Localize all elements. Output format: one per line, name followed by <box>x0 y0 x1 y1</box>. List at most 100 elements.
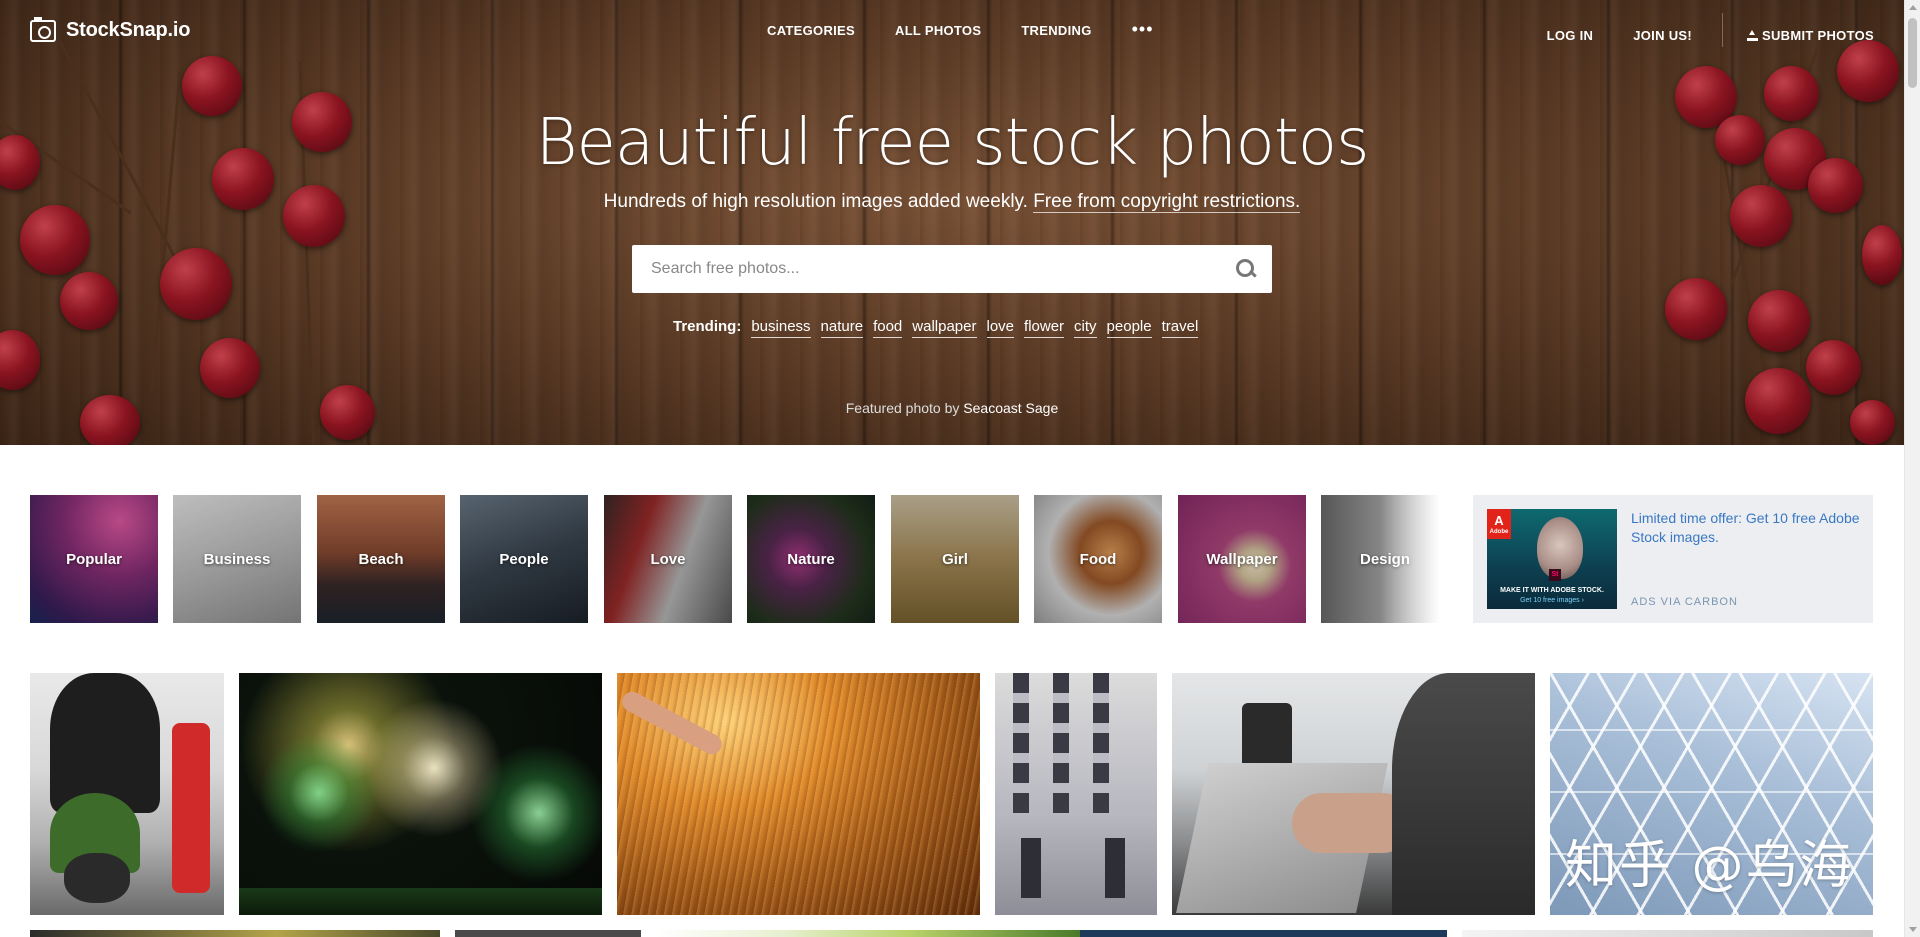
berry-decoration <box>20 205 90 275</box>
ad-image[interactable]: Adobe St MAKE IT WITH ADOBE STOCK. Get 1… <box>1487 509 1617 609</box>
photo-wheat-field[interactable] <box>617 673 980 915</box>
firework-burst <box>259 733 379 853</box>
logo-text: StockSnap.io <box>66 19 191 41</box>
category-beach[interactable]: Beach <box>317 495 445 623</box>
photo-building[interactable] <box>995 673 1157 915</box>
trending-tag-wallpaper[interactable]: wallpaper <box>912 318 977 338</box>
trending-tag-travel[interactable]: travel <box>1161 318 1199 338</box>
account-nav: LOG IN JOIN US! SUBMIT PHOTOS <box>1507 13 1874 47</box>
category-popular[interactable]: Popular <box>30 495 158 623</box>
featured-credit: Featured photo by Seacoast Sage <box>0 400 1904 416</box>
berry-decoration <box>1748 290 1810 352</box>
main-nav: CATEGORIES ALL PHOTOS TRENDING ••• <box>767 20 1154 38</box>
trending-tag-business[interactable]: business <box>751 318 811 338</box>
berry-decoration <box>1665 278 1727 340</box>
hero-banner: StockSnap.io CATEGORIES ALL PHOTOS TREND… <box>0 0 1904 445</box>
category-people[interactable]: People <box>460 495 588 623</box>
photo-row2-2[interactable] <box>455 930 641 937</box>
carbon-ad: Adobe St MAKE IT WITH ADOBE STOCK. Get 1… <box>1473 495 1873 623</box>
category-wallpaper[interactable]: Wallpaper <box>1178 495 1306 623</box>
login-link[interactable]: LOG IN <box>1547 28 1594 43</box>
berry-decoration <box>1862 225 1902 285</box>
pot-shape <box>64 853 130 903</box>
ads-via-carbon-link[interactable]: ADS VIA CARBON <box>1631 596 1738 608</box>
photo-woman-plant[interactable] <box>30 673 224 915</box>
more-menu-icon[interactable]: ••• <box>1132 20 1154 38</box>
category-label: Business <box>203 550 271 568</box>
photo-fireworks[interactable] <box>239 673 602 915</box>
trending-tag-nature[interactable]: nature <box>820 318 864 338</box>
category-label: Popular <box>66 550 122 568</box>
firework-burst <box>469 743 602 883</box>
berry-decoration <box>1806 340 1861 395</box>
water-shape <box>239 888 602 915</box>
scroll-thumb[interactable] <box>1908 18 1917 88</box>
trending-tag-people[interactable]: people <box>1106 318 1152 338</box>
featured-prefix: Featured photo by <box>845 400 964 416</box>
wheat-texture <box>617 673 980 915</box>
top-navbar: StockSnap.io CATEGORIES ALL PHOTOS TREND… <box>0 0 1904 62</box>
search-icon[interactable] <box>1236 259 1256 279</box>
trending-tag-flower[interactable]: flower <box>1024 318 1065 338</box>
ad-image-cta: Get 10 free images › <box>1520 597 1584 604</box>
nav-trending[interactable]: TRENDING <box>1021 23 1091 38</box>
featured-author-link[interactable]: Seacoast Sage <box>963 400 1058 416</box>
ad-text-link[interactable]: Limited time offer: Get 10 free Adobe St… <box>1631 509 1861 547</box>
nav-categories[interactable]: CATEGORIES <box>767 23 855 38</box>
nav-all-photos[interactable]: ALL PHOTOS <box>895 23 981 38</box>
search-box <box>632 245 1272 293</box>
berry-decoration <box>200 338 260 398</box>
hero-title: Beautiful free stock photos <box>535 106 1370 180</box>
category-label: Love <box>650 550 686 568</box>
trending-label: Trending: <box>673 318 742 335</box>
category-label: Beach <box>358 550 404 568</box>
category-girl[interactable]: Girl <box>891 495 1019 623</box>
site-logo[interactable]: StockSnap.io <box>30 16 191 42</box>
photo-row2-3[interactable] <box>656 930 1080 937</box>
building-base <box>995 813 1157 915</box>
window-shape <box>1105 838 1125 898</box>
berry-decoration <box>0 330 40 390</box>
submit-photos-button[interactable]: SUBMIT PHOTOS <box>1746 27 1874 43</box>
photo-row2-4[interactable] <box>1080 930 1447 937</box>
category-food[interactable]: Food <box>1034 495 1162 623</box>
window-shape <box>1021 838 1041 898</box>
nav-divider <box>1721 13 1723 47</box>
trending-tags: Trending: business nature food wallpaper… <box>673 318 1199 338</box>
photo-laptop-typing[interactable] <box>1172 673 1535 915</box>
category-label: People <box>499 550 549 568</box>
camera-icon <box>30 16 56 42</box>
scroll-down-arrow-icon[interactable] <box>1909 927 1917 932</box>
category-label: Nature <box>787 550 835 568</box>
scroll-up-arrow-icon[interactable] <box>1909 5 1917 10</box>
copyright-link[interactable]: Free from copyright restrictions. <box>1033 191 1301 213</box>
search-input[interactable] <box>632 245 1192 293</box>
join-link[interactable]: JOIN US! <box>1633 28 1692 43</box>
hero-subtitle-text: Hundreds of high resolution images added… <box>603 191 1034 212</box>
watermark-text: 知乎 @乌海 <box>1565 836 1854 896</box>
category-label: Girl <box>942 550 968 568</box>
photo-subject-shape <box>50 673 160 813</box>
category-strip: Popular Business Beach People Love Natur… <box>30 495 1440 623</box>
berry-decoration <box>60 272 118 330</box>
submit-photos-label: SUBMIT PHOTOS <box>1761 27 1874 43</box>
trending-tag-food[interactable]: food <box>873 318 903 338</box>
ad-image-headline: MAKE IT WITH ADOBE STOCK. <box>1500 587 1604 594</box>
trending-tag-city[interactable]: city <box>1074 318 1097 338</box>
category-business[interactable]: Business <box>173 495 301 623</box>
trending-tag-love[interactable]: love <box>986 318 1015 338</box>
photo-row2-5[interactable] <box>1462 930 1873 937</box>
adobe-stock-icon: St <box>1549 569 1561 581</box>
red-bottle-shape <box>172 723 210 893</box>
berry-decoration <box>160 248 232 320</box>
upload-icon <box>1746 29 1758 41</box>
category-nature[interactable]: Nature <box>747 495 875 623</box>
hero-subtitle: Hundreds of high resolution images added… <box>0 191 1904 213</box>
page-scrollbar[interactable] <box>1904 0 1920 937</box>
person-shape <box>1392 673 1535 915</box>
category-love[interactable]: Love <box>604 495 732 623</box>
category-label: Food <box>1079 550 1117 568</box>
category-label: Wallpaper <box>1206 550 1278 568</box>
category-strip-fade <box>1380 495 1440 623</box>
photo-row2-1[interactable] <box>30 930 440 937</box>
